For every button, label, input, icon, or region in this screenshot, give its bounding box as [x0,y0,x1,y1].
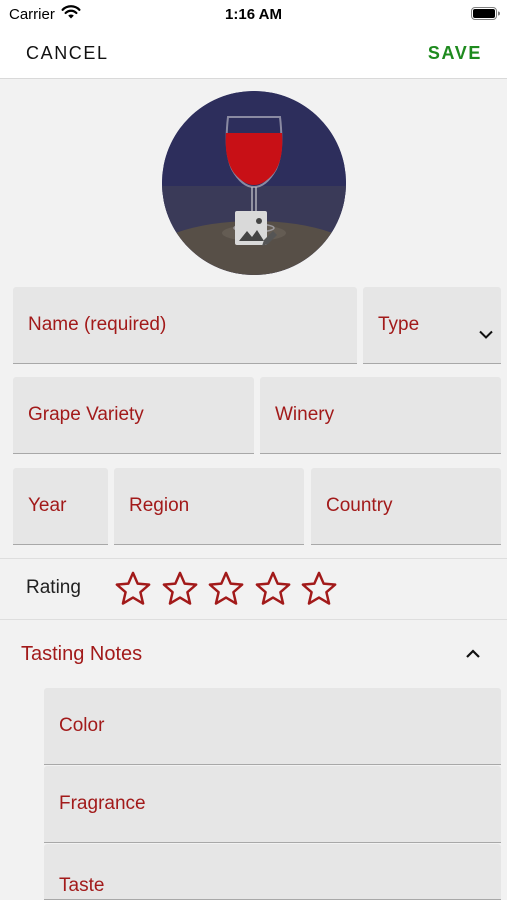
status-bar: Carrier 1:16 AM [0,0,507,28]
wine-photo[interactable] [162,91,346,275]
name-field-label: Name (required) [28,314,167,335]
taste-field[interactable]: Taste [44,844,501,900]
grape-variety-field[interactable]: Grape Variety [13,377,254,454]
nav-bar: CANCEL SAVE [0,28,507,79]
star-icon[interactable] [114,570,152,608]
status-time: 1:16 AM [225,6,282,23]
rating-label: Rating [26,577,81,598]
battery-icon [471,7,500,20]
year-field[interactable]: Year [13,468,108,545]
chevron-up-icon[interactable] [462,645,484,663]
star-icon[interactable] [300,570,338,608]
fragrance-label: Fragrance [59,793,146,814]
taste-label: Taste [59,875,105,896]
star-icon[interactable] [254,570,292,608]
color-field[interactable]: Color [44,688,501,765]
save-button[interactable]: SAVE [428,43,482,64]
fragrance-field[interactable]: Fragrance [44,766,501,843]
winery-label: Winery [275,404,335,425]
country-label: Country [326,495,393,516]
winery-field[interactable]: Winery [260,377,501,454]
divider [0,558,507,559]
region-field[interactable]: Region [114,468,304,545]
grape-variety-label: Grape Variety [28,404,144,425]
star-icon[interactable] [207,570,245,608]
edit-image-icon [235,211,277,246]
type-select[interactable]: Type [363,287,501,364]
year-label: Year [28,495,67,516]
type-select-label: Type [378,314,420,335]
tasting-notes-title: Tasting Notes [21,643,143,665]
divider [0,619,507,620]
chevron-down-icon [479,330,493,339]
cancel-button[interactable]: CANCEL [26,43,109,64]
region-label: Region [129,495,190,516]
color-label: Color [59,715,105,736]
country-field[interactable]: Country [311,468,501,545]
name-field[interactable]: Name (required) [13,287,357,364]
star-icon[interactable] [161,570,199,608]
